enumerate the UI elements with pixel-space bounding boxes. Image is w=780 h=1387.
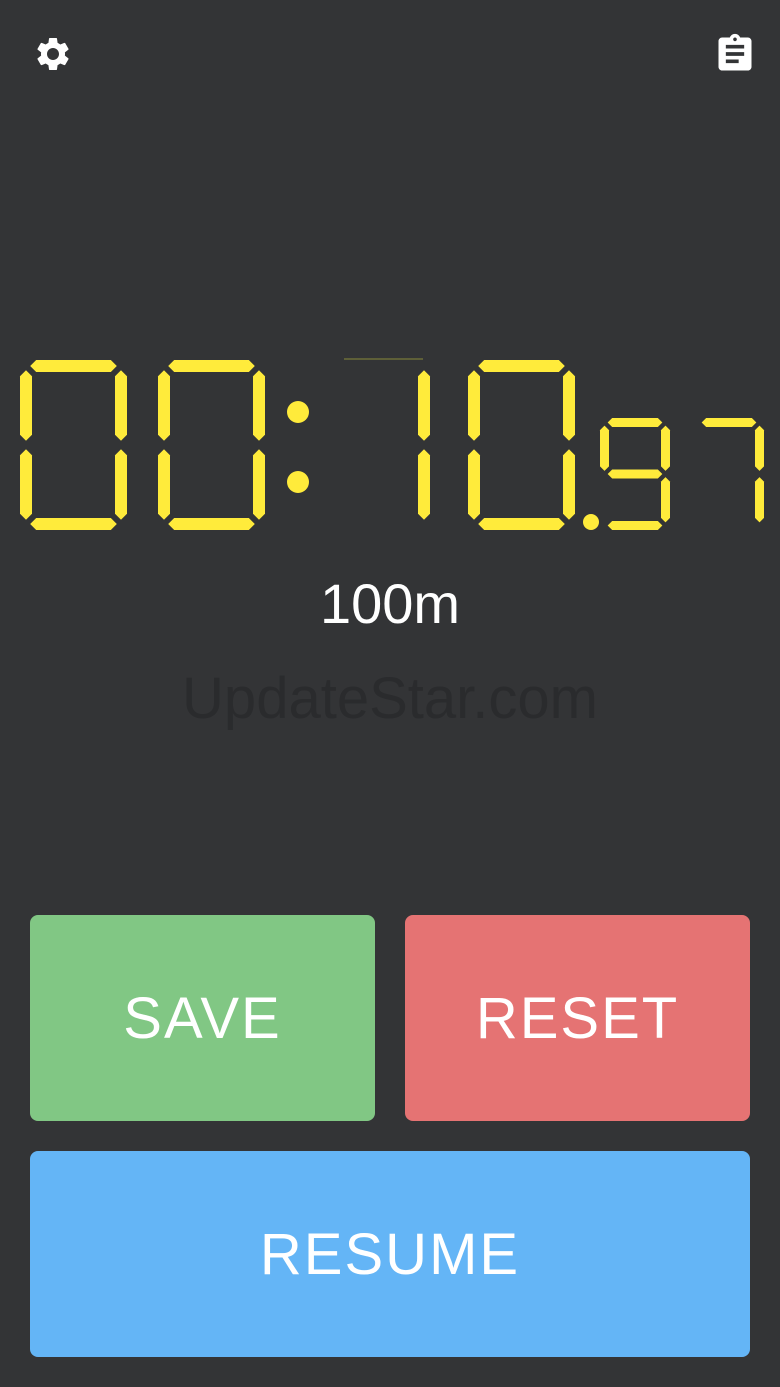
segment-e: [158, 449, 170, 520]
seven-segment-clock: [20, 358, 764, 530]
segment-d: [30, 518, 117, 530]
segment-a: [607, 418, 663, 427]
segment-b: [563, 370, 575, 441]
reset-button[interactable]: RESET: [405, 915, 750, 1121]
segment-a: [701, 418, 757, 427]
save-button-label: SAVE: [123, 985, 282, 1051]
settings-button[interactable]: [29, 30, 77, 78]
segment-f: [158, 370, 170, 441]
reset-button-label: RESET: [475, 985, 680, 1051]
colon-top-dot: [287, 401, 309, 423]
hundredths-ones-digit: [701, 418, 764, 523]
seconds-tens-digit: [418, 370, 430, 520]
segment-e: [20, 449, 32, 520]
segment-c: [253, 449, 265, 520]
segment-c: [563, 449, 575, 520]
gear-icon: [37, 37, 69, 70]
segment-a: [30, 360, 117, 372]
segment-d: [478, 518, 565, 530]
segment-f: [20, 370, 32, 441]
minutes-ones-digit: [158, 360, 265, 530]
resume-button[interactable]: RESUME: [30, 1151, 750, 1357]
resume-button-label: RESUME: [259, 1221, 521, 1287]
segment-a: [168, 360, 255, 372]
segment-b: [755, 425, 764, 471]
save-button[interactable]: SAVE: [30, 915, 375, 1121]
distance-label: 100m: [319, 572, 461, 635]
segment-a: [478, 360, 565, 372]
clipboard-list-icon: [718, 33, 752, 71]
timer-digits: [20, 360, 764, 530]
segment-d: [168, 518, 255, 530]
segment-b: [115, 370, 127, 441]
segment-c: [755, 477, 764, 523]
watermark-text: UpdateStar.com: [182, 666, 598, 731]
segment-e: [468, 449, 480, 520]
segment-b: [253, 370, 265, 441]
segment-c: [418, 449, 430, 520]
stopwatch-screen: 100m UpdateStar.com SAVE RESET RESUME: [0, 0, 780, 1387]
decimal-point: [583, 514, 599, 530]
segment-b: [418, 370, 430, 441]
colon-bottom-dot: [287, 471, 309, 493]
seconds-ones-digit: [468, 360, 575, 530]
segment-f: [600, 425, 609, 471]
segment-g: [607, 469, 663, 479]
elapsed-time-display: [0, 350, 780, 540]
segment-c: [661, 477, 670, 523]
segment-d: [607, 521, 663, 530]
hundredths-tens-digit: [600, 418, 670, 530]
segment-f: [468, 370, 480, 441]
segment-c: [115, 449, 127, 520]
results-log-button[interactable]: [711, 30, 759, 78]
segment-b: [661, 425, 670, 471]
minutes-tens-digit: [20, 360, 127, 530]
